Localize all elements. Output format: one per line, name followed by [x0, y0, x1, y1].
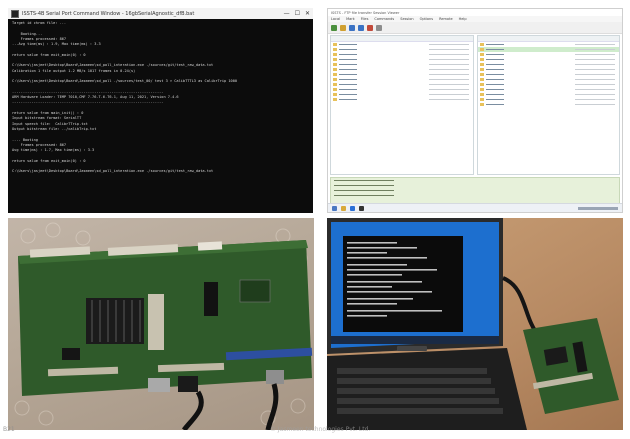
menu-item: Session: [400, 17, 414, 21]
refresh-icon: [349, 24, 355, 31]
upload-icon: [358, 24, 364, 31]
file-panes: [330, 35, 620, 175]
folder-icon: [479, 73, 484, 76]
folder-icon: [333, 68, 337, 71]
close-icon: ✕: [304, 10, 310, 17]
menu-item: Options: [419, 17, 434, 21]
folder-icon: [479, 83, 484, 86]
folder-icon: [479, 43, 484, 46]
app-titlebar: ISSTS - FTP file transfer Session Viewer: [328, 9, 622, 16]
terminal-taskbar-icon: [359, 205, 364, 211]
folder-icon: [479, 78, 484, 81]
folder-icon: [333, 98, 337, 101]
folder-icon: [479, 63, 484, 66]
windows-taskbar: [328, 203, 622, 212]
folder-icon: [333, 93, 337, 96]
folder-icon: [333, 63, 337, 66]
cmd-window-title: ISSTS-4B Serial Port Command Window - 16…: [22, 10, 195, 17]
app-toolbar: [328, 22, 622, 34]
folder-icon: [479, 103, 484, 106]
folder-icon: [479, 93, 484, 96]
transfer-app-screenshot: ISSTS - FTP file transfer Session Viewer…: [327, 8, 623, 213]
folder-icon: [479, 48, 484, 51]
file-row: [331, 97, 473, 102]
folder-icon: [333, 73, 337, 76]
folder-icon: [333, 88, 337, 91]
folder-icon: [333, 43, 337, 46]
screen-terminal: [343, 236, 463, 332]
cmd-window-screenshot: ISSTS-4B Serial Port Command Window - 16…: [8, 8, 313, 213]
folder-icon: [479, 53, 484, 56]
connect-icon: [331, 24, 337, 31]
start-icon: [332, 205, 337, 211]
folder-icon: [479, 68, 484, 71]
menu-item: Help: [458, 17, 467, 21]
folder-icon: [333, 48, 337, 51]
delete-icon: [367, 24, 373, 31]
folder-icon: [340, 24, 346, 31]
panel-label: B21: [3, 426, 15, 433]
menu-item: Files: [360, 17, 369, 21]
laptop-photo: [327, 218, 623, 430]
board-on-table: [523, 318, 619, 414]
window-controls: — ☐ ✕: [284, 10, 310, 17]
cmd-titlebar: ISSTS-4B Serial Port Command Window - 16…: [8, 8, 313, 19]
pcb-board-illustration: [14, 222, 313, 430]
folder-icon: [333, 83, 337, 86]
folder-icon: [479, 98, 484, 101]
console-output: Target id chrom file: ... Booting... Fra…: [8, 19, 313, 213]
local-file-pane: [330, 35, 474, 175]
folder-icon: [333, 58, 337, 61]
menu-item: Local: [331, 17, 341, 21]
pcb-board-photo: [8, 218, 314, 430]
maximize-icon: ☐: [294, 10, 300, 17]
folder-icon: [333, 78, 337, 81]
folder-icon: [333, 53, 337, 56]
browser-icon: [350, 205, 355, 211]
watermark-text: © Jasmeen technologies Pvt. Ltd.: [270, 426, 371, 433]
menu-item: Mark: [346, 17, 355, 21]
settings-icon: [376, 24, 382, 31]
system-tray: [578, 206, 618, 210]
laptop-illustration: [327, 218, 619, 430]
folder-icon: [479, 58, 484, 61]
remote-file-pane: [476, 35, 620, 175]
terminal-icon: [11, 9, 19, 18]
explorer-icon: [341, 205, 346, 211]
minimize-icon: —: [283, 10, 290, 17]
menu-item: Commands: [374, 17, 395, 21]
file-row: [478, 102, 620, 107]
folder-icon: [479, 88, 484, 91]
menu-item: Remote: [439, 17, 453, 21]
